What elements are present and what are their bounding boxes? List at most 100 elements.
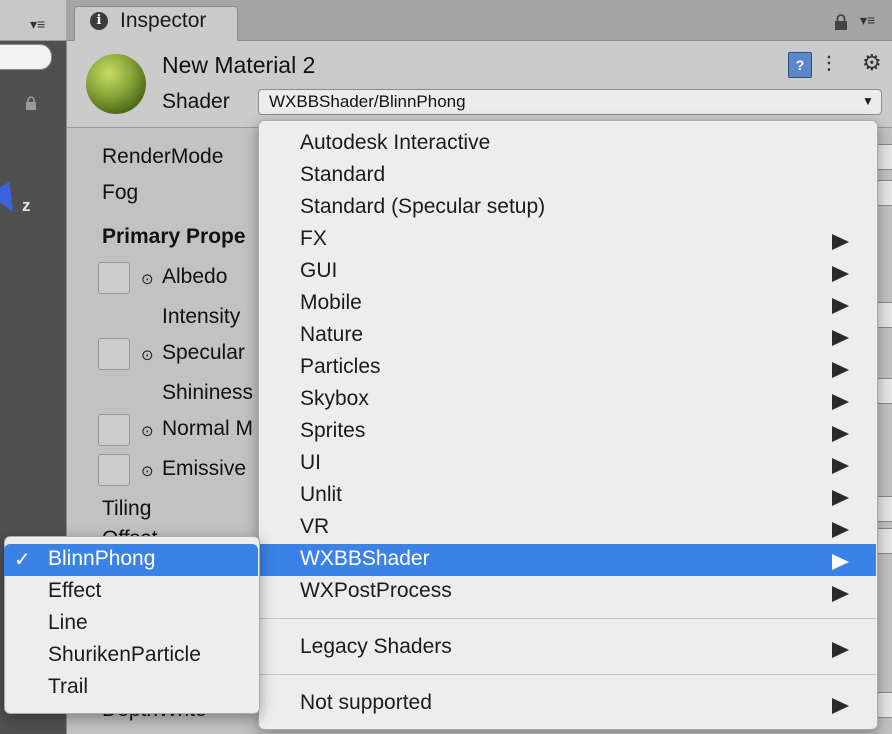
scene-search-input[interactable]	[0, 44, 52, 70]
menu-item-label: WXPostProcess	[300, 579, 452, 602]
menu-item-wxbbshader[interactable]: WXBBShader	[258, 544, 876, 576]
prop-shininess: Shininess	[162, 381, 254, 404]
submenu-item-label: Line	[48, 611, 88, 634]
preset-sliders-icon[interactable]: ⫶	[826, 52, 832, 78]
prop-specular: Specular	[162, 341, 245, 364]
menu-item-label: Skybox	[300, 387, 369, 410]
submenu-arrow-icon	[832, 362, 849, 378]
object-picker-icon[interactable]: ⊙	[141, 422, 154, 440]
submenu-item-line[interactable]: Line	[4, 608, 258, 640]
menu-item-particles[interactable]: Particles	[258, 352, 876, 384]
menu-item-standard[interactable]: Standard	[258, 160, 876, 192]
albedo-texture-slot[interactable]	[98, 262, 130, 294]
menu-item-nature[interactable]: Nature	[258, 320, 876, 352]
panel-menu-icon[interactable]: ▾≡	[860, 12, 875, 29]
object-picker-icon[interactable]: ⊙	[141, 270, 154, 288]
menu-item-skybox[interactable]: Skybox	[258, 384, 876, 416]
prop-intensity: Intensity	[162, 305, 241, 328]
menu-item-unlit[interactable]: Unlit	[258, 480, 876, 512]
menu-item-ui[interactable]: UI	[258, 448, 876, 480]
menu-item-label: VR	[300, 515, 330, 538]
section-primary-properties: Primary Prope	[102, 225, 246, 248]
menu-item-label: WXBBShader	[300, 547, 430, 570]
help-book-icon[interactable]: ?	[788, 52, 812, 78]
menu-item-mobile[interactable]: Mobile	[258, 288, 876, 320]
prop-normal-map: Normal M	[162, 417, 254, 440]
menu-item-autodesk-interactive[interactable]: Autodesk Interactive	[258, 128, 876, 160]
tab-inspector-label: Inspector	[120, 9, 207, 32]
shader-dropdown-value: WXBBShader/BlinnPhong	[269, 92, 466, 111]
menu-item-label: GUI	[300, 259, 338, 282]
intensity-field[interactable]	[876, 302, 892, 328]
menu-item-gui[interactable]: GUI	[258, 256, 876, 288]
normal-map-texture-slot[interactable]	[98, 414, 130, 446]
submenu-item-blinnphong[interactable]: ✓ BlinnPhong	[4, 544, 258, 576]
material-preview-sphere	[86, 54, 146, 114]
gear-icon[interactable]: ⚙	[862, 50, 882, 76]
prop-render-mode: RenderMode	[102, 145, 224, 168]
menu-item-label: Mobile	[300, 291, 362, 314]
depth-write-field[interactable]	[876, 692, 892, 718]
submenu-arrow-icon	[832, 522, 849, 538]
submenu-arrow-icon	[832, 298, 849, 314]
menu-item-label: FX	[300, 227, 327, 250]
submenu-arrow-icon	[832, 642, 849, 658]
object-picker-icon[interactable]: ⊙	[141, 346, 154, 364]
menu-item-not-supported[interactable]: Not supported	[258, 688, 876, 720]
shininess-field[interactable]	[876, 378, 892, 404]
submenu-item-label: BlinnPhong	[48, 547, 156, 570]
menu-item-label: Legacy Shaders	[300, 635, 452, 658]
menu-item-label: Standard (Specular setup)	[300, 195, 546, 218]
fog-field[interactable]	[876, 180, 892, 206]
scene-menu-icon[interactable]: ▾≡	[30, 16, 45, 33]
menu-item-fx[interactable]: FX	[258, 224, 876, 256]
submenu-arrow-icon	[832, 490, 849, 506]
menu-item-label: UI	[300, 451, 321, 474]
prop-fog: Fog	[102, 181, 139, 204]
menu-item-label: Particles	[300, 355, 381, 378]
submenu-arrow-icon	[832, 698, 849, 714]
lock-icon[interactable]	[24, 96, 38, 110]
material-name: New Material 2	[162, 52, 316, 78]
menu-separator	[258, 618, 876, 619]
tiling-field[interactable]	[876, 496, 892, 522]
menu-item-label: Not supported	[300, 691, 432, 714]
submenu-arrow-icon	[832, 458, 849, 474]
submenu-item-label: Trail	[48, 675, 89, 698]
info-icon: i	[90, 12, 108, 30]
emissive-texture-slot[interactable]	[98, 454, 130, 486]
object-picker-icon[interactable]: ⊙	[141, 462, 154, 480]
menu-item-label: Autodesk Interactive	[300, 131, 491, 154]
specular-texture-slot[interactable]	[98, 338, 130, 370]
chevron-down-icon: ▼	[862, 94, 874, 108]
checkmark-icon: ✓	[14, 549, 31, 571]
submenu-arrow-icon	[832, 266, 849, 282]
menu-item-legacy-shaders[interactable]: Legacy Shaders	[258, 632, 876, 664]
menu-item-sprites[interactable]: Sprites	[258, 416, 876, 448]
menu-item-label: Nature	[300, 323, 364, 346]
render-mode-field[interactable]	[876, 144, 892, 170]
lock-icon[interactable]	[834, 14, 848, 30]
menu-item-wxpostprocess[interactable]: WXPostProcess	[258, 576, 876, 608]
prop-albedo: Albedo	[162, 265, 228, 288]
submenu-arrow-icon	[832, 234, 849, 250]
prop-tiling: Tiling	[102, 497, 152, 520]
submenu-item-label: ShurikenParticle	[48, 643, 201, 666]
axis-label: z	[22, 196, 31, 215]
submenu-item-trail[interactable]: Trail	[4, 672, 258, 704]
shader-label: Shader	[162, 90, 230, 113]
menu-item-standard-specular[interactable]: Standard (Specular setup)	[258, 192, 876, 224]
submenu-arrow-icon	[832, 554, 849, 570]
prop-emissive: Emissive	[162, 457, 247, 480]
submenu-arrow-icon	[832, 330, 849, 346]
menu-separator	[258, 674, 876, 675]
submenu-item-shurikenparticle[interactable]: ShurikenParticle	[4, 640, 258, 672]
submenu-arrow-icon	[832, 426, 849, 442]
menu-item-vr[interactable]: VR	[258, 512, 876, 544]
offset-field[interactable]	[876, 528, 892, 554]
menu-item-label: Unlit	[300, 483, 343, 506]
submenu-item-effect[interactable]: Effect	[4, 576, 258, 608]
submenu-arrow-icon	[832, 586, 849, 602]
menu-item-label: Standard	[300, 163, 386, 186]
submenu-arrow-icon	[832, 394, 849, 410]
